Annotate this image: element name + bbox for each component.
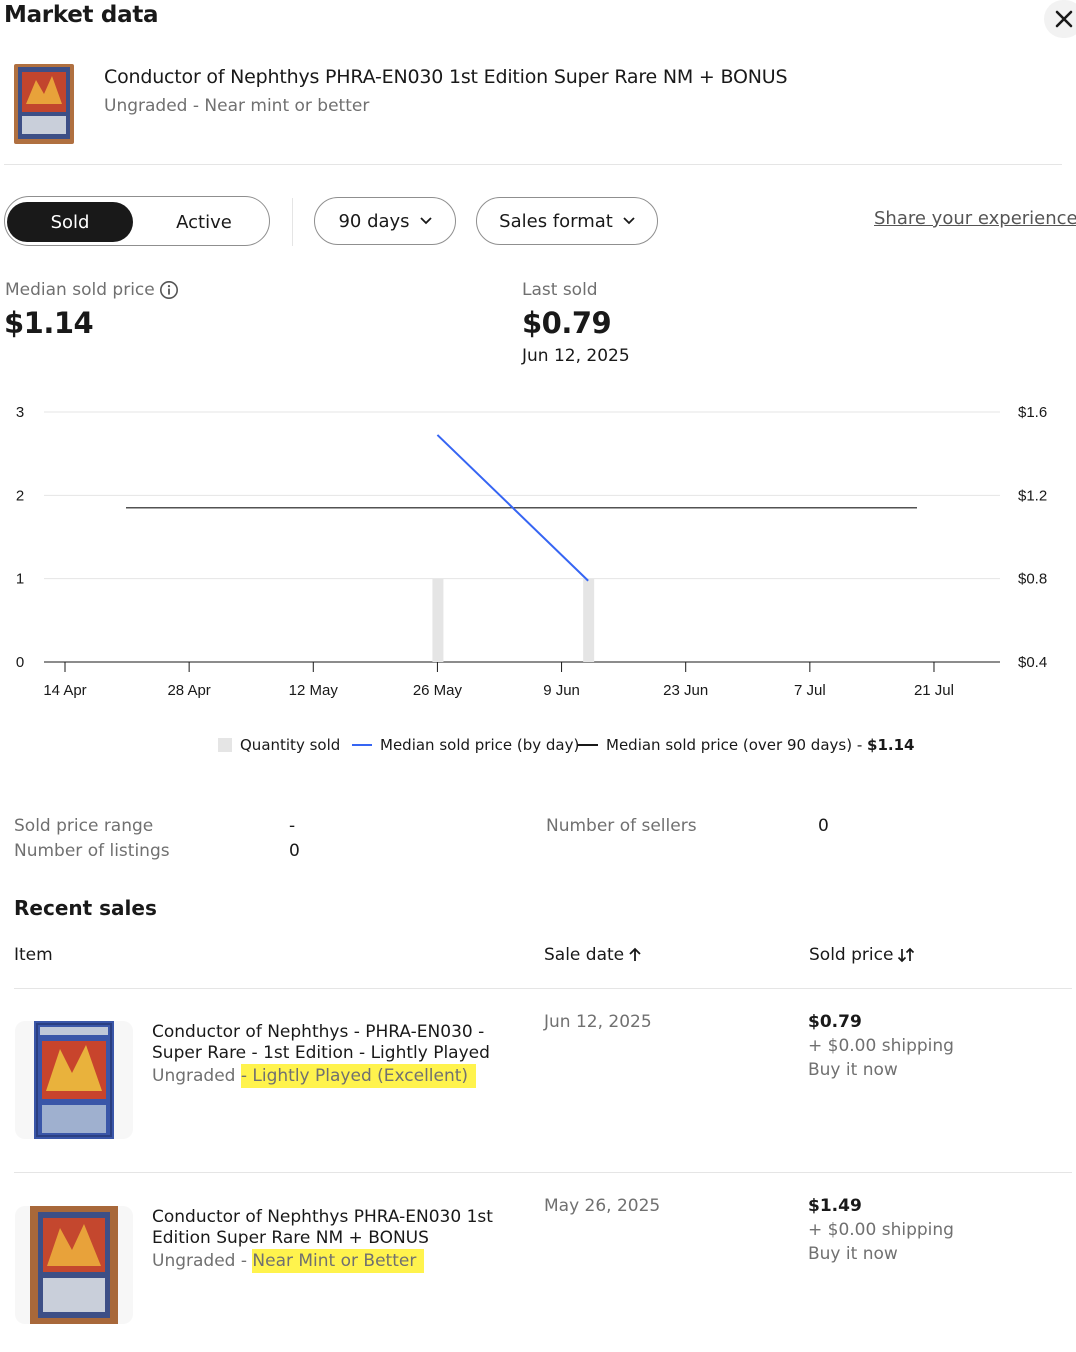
- sale-price: $1.49: [808, 1196, 862, 1216]
- sales-format-label: Sales format: [499, 210, 613, 232]
- divider: [14, 988, 1072, 989]
- chevron-down-icon: [419, 217, 432, 225]
- sale-shipping: + $0.00 shipping: [808, 1220, 954, 1240]
- divider: [14, 1172, 1072, 1173]
- legend-daily-label: Median sold price (by day): [380, 736, 580, 754]
- legend-swatch-quantity: [218, 738, 232, 752]
- y-left-tick-label: 3: [16, 404, 24, 421]
- share-experience-link[interactable]: Share your experience: [874, 208, 1076, 229]
- column-price-label: Sold price: [809, 945, 894, 965]
- sale-price: $0.79: [808, 1012, 862, 1032]
- column-header-sold-price[interactable]: Sold price: [809, 945, 915, 965]
- price-range-value: -: [289, 816, 296, 836]
- condition-highlight: Near Mint or Better: [252, 1249, 425, 1273]
- recent-sales-title: Recent sales: [14, 896, 157, 920]
- tab-sold[interactable]: Sold: [7, 202, 133, 242]
- legend-quantity: Quantity sold: [218, 736, 340, 754]
- last-sold-label: Last sold: [522, 280, 598, 300]
- quantity-bar: [432, 578, 444, 662]
- listings-label: Number of listings: [14, 841, 170, 861]
- grade-label: Ungraded: [152, 1066, 236, 1086]
- tab-active[interactable]: Active: [140, 202, 268, 242]
- x-tick-label: 12 May: [289, 682, 339, 699]
- sales-format-dropdown[interactable]: Sales format: [476, 197, 658, 245]
- product-thumbnail: [14, 64, 74, 144]
- legend-swatch-overall: [578, 744, 598, 746]
- y-left-tick-label: 2: [16, 487, 24, 504]
- column-header-item: Item: [14, 945, 53, 965]
- sale-thumbnail[interactable]: [15, 1021, 133, 1139]
- y-right-tick-label: $0.8: [1018, 571, 1047, 588]
- info-icon[interactable]: [159, 280, 179, 300]
- quantity-bar: [583, 578, 595, 662]
- sale-shipping: + $0.00 shipping: [808, 1036, 954, 1056]
- chevron-down-icon: [623, 217, 635, 225]
- y-left-tick-label: 1: [16, 571, 24, 588]
- column-item-label: Item: [14, 945, 53, 965]
- x-tick-label: 9 Jun: [543, 682, 580, 699]
- y-left-tick-label: 0: [16, 654, 24, 671]
- x-tick-label: 28 Apr: [167, 682, 210, 699]
- x-tick-label: 26 May: [413, 682, 463, 699]
- sale-row-1: Conductor of Nephthys - PHRA-EN030 - Sup…: [152, 1022, 502, 1088]
- median-label-row: Median sold price: [5, 280, 179, 300]
- page-title: Market data: [4, 2, 159, 28]
- median-label: Median sold price: [5, 280, 155, 300]
- range-dropdown[interactable]: 90 days: [314, 197, 456, 245]
- last-sold-date: Jun 12, 2025: [522, 346, 630, 366]
- price-chart: 0 1 2 3 $0.4 $0.8 $1.2 $1.6 14 Apr 28 Apr 12 May 26…: [16, 404, 1047, 699]
- sort-icon: [898, 947, 915, 963]
- last-sold-value: $0.79: [522, 306, 612, 340]
- y-right-tick-label: $1.6: [1018, 404, 1047, 421]
- grade-label: Ungraded -: [152, 1251, 247, 1271]
- product-condition: Ungraded - Near mint or better: [104, 96, 370, 116]
- y-right-tick-label: $1.2: [1018, 487, 1047, 504]
- sale-row-2: Conductor of Nephthys PHRA-EN030 1st Edi…: [152, 1207, 502, 1273]
- sale-thumbnail[interactable]: [15, 1206, 133, 1324]
- median-value: $1.14: [4, 306, 94, 340]
- arrow-up-icon: [629, 947, 641, 961]
- sale-price-block: $0.79 + $0.00 shipping Buy it now: [808, 1012, 954, 1080]
- x-tick-label: 21 Jul: [914, 682, 954, 699]
- column-date-label: Sale date: [544, 945, 625, 965]
- sale-item-title[interactable]: Conductor of Nephthys PHRA-EN030 1st Edi…: [152, 1207, 502, 1249]
- x-tick-label: 14 Apr: [43, 682, 86, 699]
- sale-date: May 26, 2025: [544, 1196, 661, 1216]
- legend-overall-label: Median sold price (over 90 days) -: [606, 736, 868, 754]
- product-title: Conductor of Nephthys PHRA-EN030 1st Edi…: [104, 66, 788, 88]
- sale-format: Buy it now: [808, 1244, 898, 1264]
- divider: [292, 198, 293, 246]
- legend-swatch-daily: [352, 744, 372, 746]
- sale-price-block: $1.49 + $0.00 shipping Buy it now: [808, 1196, 954, 1264]
- column-header-sale-date[interactable]: Sale date: [544, 945, 642, 965]
- legend-daily: Median sold price (by day): [352, 736, 579, 754]
- legend-overall-value: $1.14: [867, 736, 915, 754]
- sellers-label: Number of sellers: [546, 816, 697, 836]
- sale-item-condition: Ungraded - Lightly Played (Excellent): [152, 1064, 502, 1088]
- x-tick-label: 23 Jun: [663, 682, 708, 699]
- sale-format: Buy it now: [808, 1060, 898, 1080]
- sale-item-condition: Ungraded - Near Mint or Better: [152, 1249, 502, 1273]
- sale-date: Jun 12, 2025: [544, 1012, 652, 1032]
- listings-value: 0: [289, 841, 300, 861]
- close-icon: [1055, 10, 1073, 28]
- legend-overall: Median sold price (over 90 days) - $1.14: [578, 736, 914, 754]
- legend-quantity-label: Quantity sold: [240, 736, 341, 754]
- divider: [4, 164, 1062, 165]
- sale-item-title[interactable]: Conductor of Nephthys - PHRA-EN030 - Sup…: [152, 1022, 502, 1064]
- close-button[interactable]: [1044, 0, 1076, 38]
- price-range-label: Sold price range: [14, 816, 154, 836]
- condition-highlight: - Lightly Played (Excellent): [240, 1064, 477, 1088]
- sellers-value: 0: [818, 816, 829, 836]
- y-right-tick-label: $0.4: [1018, 654, 1047, 671]
- x-tick-label: 7 Jul: [794, 682, 826, 699]
- range-dropdown-label: 90 days: [338, 210, 410, 232]
